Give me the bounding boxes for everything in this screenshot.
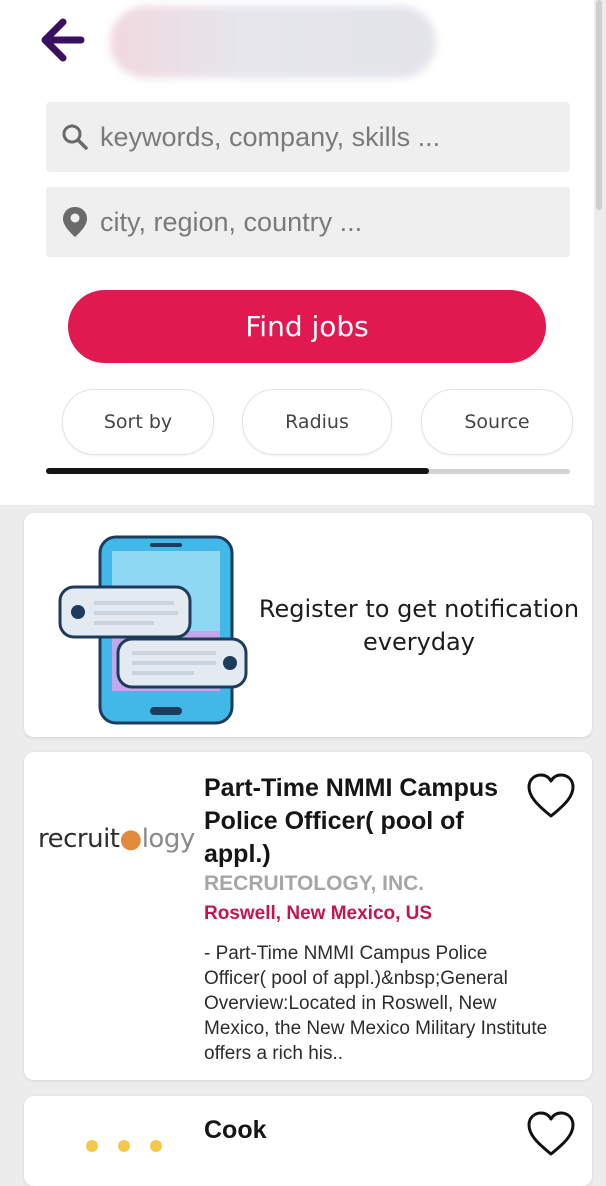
job-card[interactable]: Cook bbox=[24, 1096, 592, 1186]
find-jobs-button[interactable]: Find jobs bbox=[68, 290, 546, 363]
source-chip[interactable]: Source bbox=[421, 389, 573, 455]
keywords-input[interactable] bbox=[92, 101, 570, 173]
radius-chip[interactable]: Radius bbox=[242, 389, 392, 455]
phone-notification-icon bbox=[58, 535, 248, 725]
back-arrow-icon bbox=[41, 18, 85, 62]
job-description: - Part-Time NMMI Campus Police Officer( … bbox=[204, 943, 548, 1064]
page-scrollbar[interactable] bbox=[596, 0, 602, 210]
keywords-field[interactable] bbox=[46, 101, 570, 173]
filter-scroll-indicator[interactable] bbox=[46, 468, 429, 474]
back-button[interactable] bbox=[36, 14, 88, 66]
job-card[interactable]: recruit●logy Part-Time NMMI Campus Polic… bbox=[24, 752, 592, 1080]
job-title[interactable]: Cook bbox=[204, 1114, 534, 1147]
job-title[interactable]: Part-Time NMMI Campus Police Officer( po… bbox=[204, 772, 534, 871]
location-pin-icon bbox=[58, 205, 92, 239]
page-title-redacted bbox=[110, 6, 436, 78]
heart-icon[interactable] bbox=[526, 1110, 576, 1158]
register-promo-card[interactable]: Register to get notification everyday bbox=[24, 513, 592, 737]
location-input[interactable] bbox=[92, 186, 570, 258]
company-logo bbox=[86, 1140, 162, 1152]
job-location: Roswell, New Mexico, US bbox=[204, 903, 433, 924]
promo-text: Register to get notification everyday bbox=[258, 595, 580, 656]
sort-by-chip[interactable]: Sort by bbox=[62, 389, 214, 455]
company-logo: recruit●logy bbox=[38, 824, 195, 854]
location-field[interactable] bbox=[46, 186, 570, 258]
heart-icon[interactable] bbox=[526, 772, 576, 820]
search-icon bbox=[58, 120, 92, 154]
search-panel: Find jobs Sort by Radius Source bbox=[0, 0, 594, 505]
company-name: RECRUITOLOGY, INC. bbox=[204, 872, 425, 895]
